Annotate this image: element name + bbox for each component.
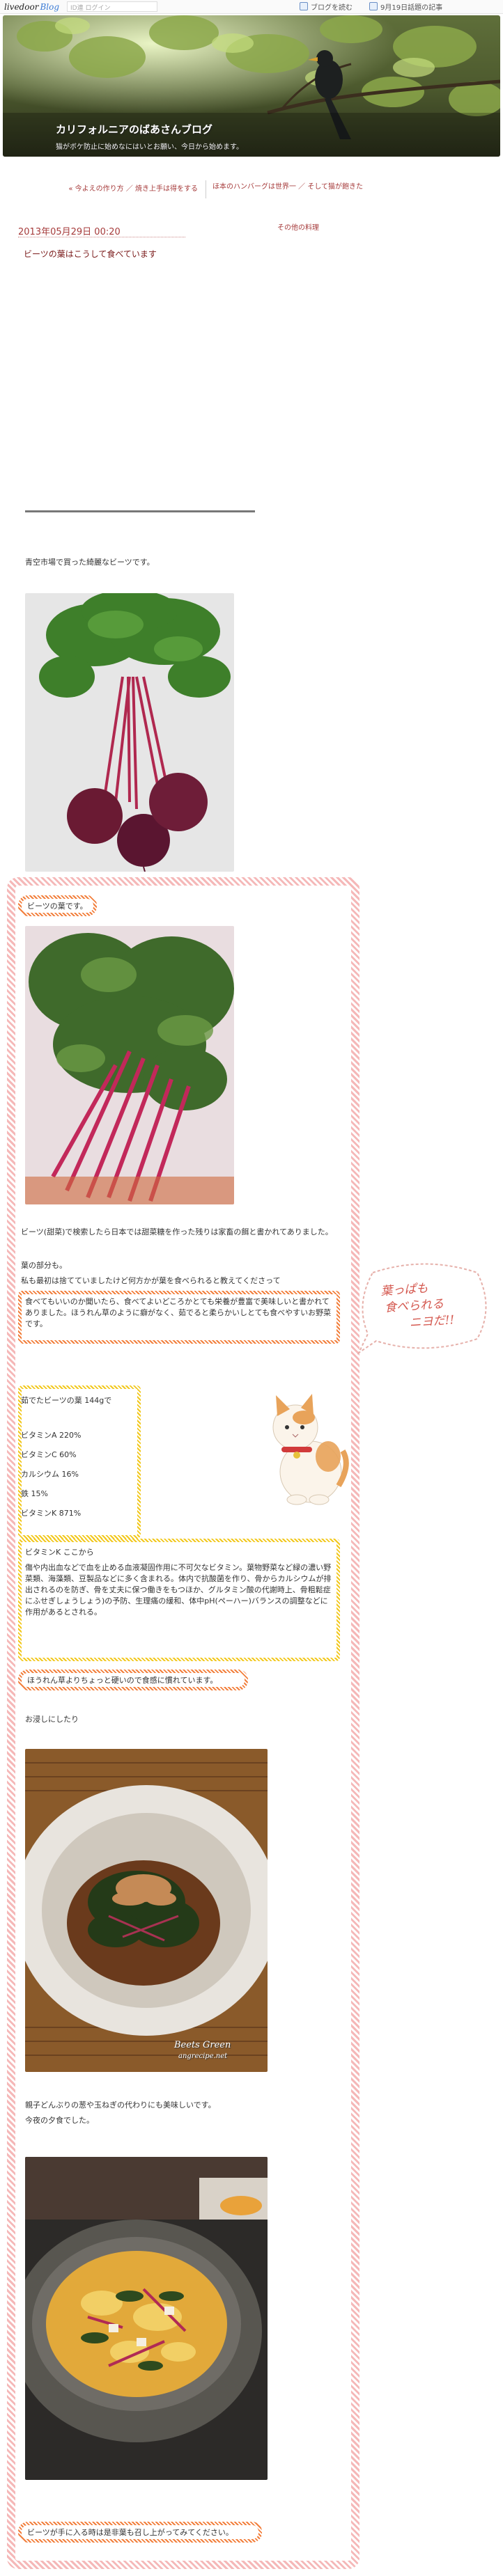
ohitashi-text: お浸しにしたり bbox=[25, 1715, 79, 1724]
oyako-text: 親子どんぶりの葱や玉ねぎの代わりにも美味しいです。 bbox=[25, 2100, 216, 2110]
beets-photo[interactable] bbox=[25, 593, 234, 872]
nutrition-iron: 鉄 15% bbox=[21, 1489, 48, 1498]
post-title[interactable]: ビーツの葉はこうして食べています bbox=[24, 248, 157, 260]
feed-icon bbox=[300, 2, 308, 10]
beet-leaves-caption: ビーツの葉です。 bbox=[18, 895, 97, 916]
beet-leaves-image bbox=[25, 926, 234, 1204]
texture-caption: ほうれん草よりちょっと硬いので食感に慣れています。 bbox=[18, 1670, 248, 1690]
content-divider bbox=[25, 510, 255, 512]
nutrition-note-text: 食べてもいいのか聞いたら、食べてよいどころかとても栄養が豊富で美味しいと書かれて… bbox=[25, 1297, 332, 1328]
toolbar-search[interactable]: ID連 ログイン bbox=[67, 1, 157, 12]
cat-illustration bbox=[272, 1394, 349, 1505]
body-paragraph-2: 葉の部分も。 bbox=[21, 1261, 67, 1270]
photo-watermark-url: angrecipe.net bbox=[178, 2052, 228, 2060]
post-date: 2013年05月29日 00:20 bbox=[18, 227, 121, 237]
nutrition-vitamin-a: ビタミンA 220% bbox=[21, 1431, 82, 1440]
nutrition-vitamin-k: ビタミンK 871% bbox=[21, 1509, 82, 1518]
beets-image bbox=[25, 593, 234, 872]
blog-description: 猫がボケ防止に始めなにはいとお願い、今日から始めます。 bbox=[56, 143, 243, 151]
closing-caption: ビーツが手に入る時は是非葉も召し上がってみてください。 bbox=[18, 2522, 262, 2543]
dinner-text: 今夜の夕食でした。 bbox=[25, 2116, 94, 2125]
intro-text: 青空市場で買った綺麗なビーツです。 bbox=[25, 558, 155, 567]
balloon-text: 葉っぱも 食べられる ニヨだ!! bbox=[380, 1281, 455, 1330]
follow-link[interactable]: ブログを読む bbox=[300, 1, 353, 12]
livedoor-logo[interactable]: livedoor Blog bbox=[4, 2, 59, 12]
next-post-link[interactable]: ほ本のハンバーグは世界一 ／ そして猫が飽きた bbox=[212, 182, 387, 192]
body-paragraph-3: 私も最初は捨てていましたけど何方かが葉を食べられると教えてくださって bbox=[21, 1276, 281, 1285]
oyakodon-image bbox=[25, 2157, 268, 2480]
ohitashi-image bbox=[25, 1749, 268, 2072]
blog-header[interactable]: カリフォルニアのばあさんブログ 猫がボケ防止に始めなにはいとお願い、今日から始め… bbox=[3, 15, 500, 157]
nutrition-vitamin-c: ビタミンC 60% bbox=[21, 1450, 77, 1459]
oyakodon-photo[interactable] bbox=[25, 2157, 268, 2480]
vitamin-k-body: 傷や内出血などで血を止める血液凝固作用に不可欠なビタミン。葉物野菜など緑の濃い野… bbox=[25, 1563, 332, 1617]
body-paragraph-1: ビーツ(甜菜)で検索したら日本では甜菜糖を作った残りは家畜の餌と書かれてありまし… bbox=[21, 1227, 333, 1236]
livedoor-toolbar: livedoor Blog ID連 ログイン ブログを読む 9月19日話題の記事 bbox=[0, 0, 503, 14]
calendar-link[interactable]: 9月19日話題の記事 bbox=[369, 1, 442, 12]
nutrition-title: 茹でたビーツの葉 144gで bbox=[21, 1396, 112, 1405]
calendar-icon bbox=[369, 2, 378, 10]
nutrition-calcium: カルシウム 16% bbox=[21, 1470, 79, 1479]
ohitashi-photo[interactable]: Beets Green angrecipe.net bbox=[25, 1749, 268, 2072]
prev-post-link[interactable]: « 今よえの作り方 ／ 焼き上手は得をする bbox=[38, 182, 198, 193]
blog-title[interactable]: カリフォルニアのばあさんブログ bbox=[56, 122, 212, 136]
category-link[interactable]: その他の料理 bbox=[277, 221, 319, 232]
vitamin-k-title: ビタミンK ここから bbox=[25, 1548, 94, 1557]
post-pager: « 今よえの作り方 ／ 焼き上手は得をする ほ本のハンバーグは世界一 ／ そして… bbox=[28, 180, 474, 205]
beet-leaves-photo[interactable] bbox=[25, 926, 234, 1204]
photo-watermark: Beets Green bbox=[174, 2040, 231, 2050]
